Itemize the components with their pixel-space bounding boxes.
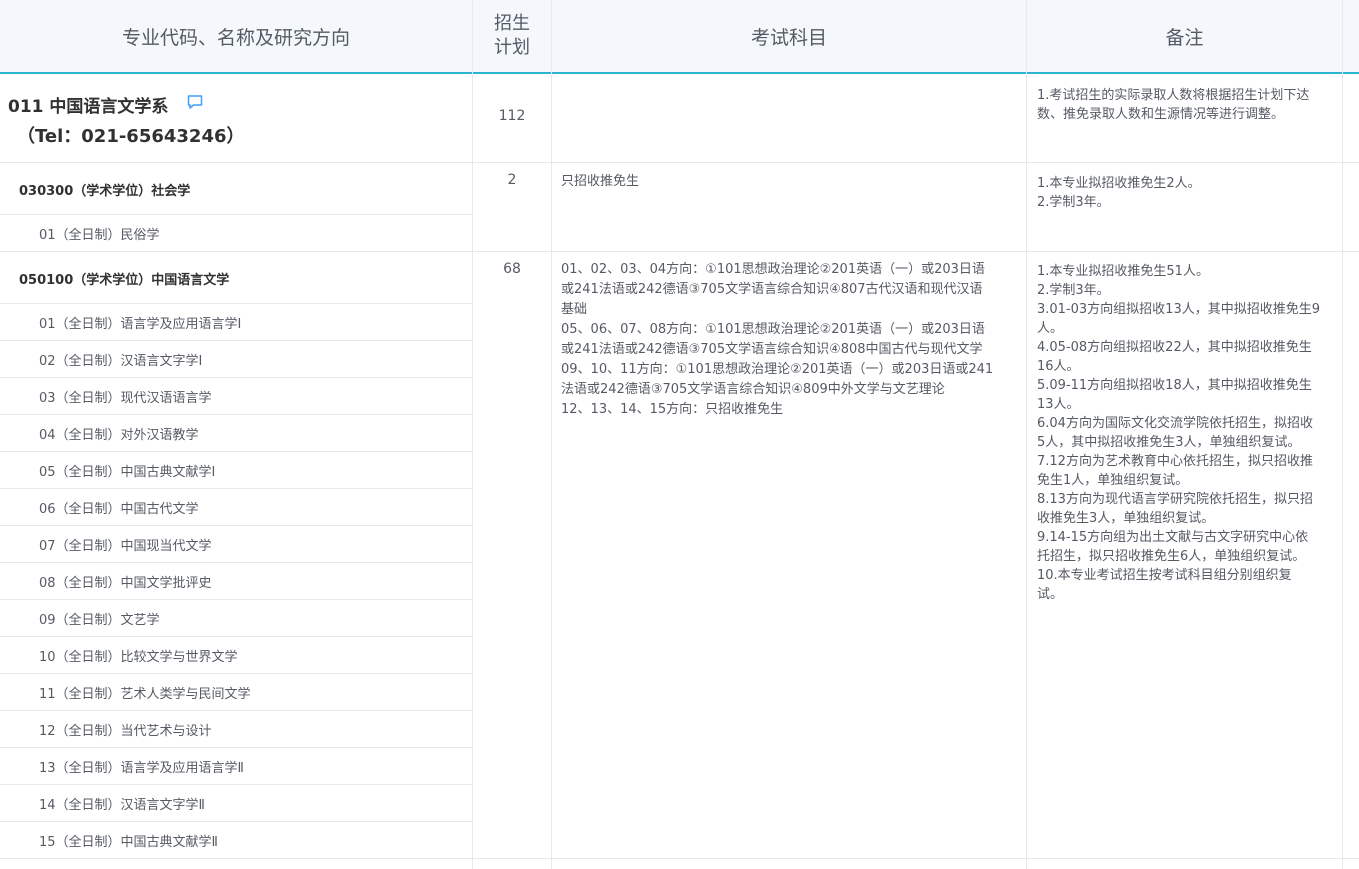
direction-item: 05（全日制）中国古典文献学Ⅰ bbox=[39, 465, 216, 480]
row-divider bbox=[0, 451, 472, 452]
note-line: 5人，其中拟招收推免生3人，单独组织复试。 bbox=[1037, 435, 1301, 450]
direction-item: 07（全日制）中国现当代文学 bbox=[39, 539, 212, 554]
note-line: 托招生，拟只招收推免生6人，单独组织复试。 bbox=[1037, 549, 1306, 564]
exam-line: 12、13、14、15方向：只招收推免生 bbox=[561, 402, 784, 417]
note-line: 4.05-08方向组拟招收22人，其中拟招收推免生 bbox=[1037, 340, 1312, 355]
note-line: 人。 bbox=[1037, 321, 1064, 336]
row-divider bbox=[0, 414, 472, 415]
header-plan: 招生 计划 bbox=[473, 0, 551, 72]
direction-item: 14（全日制）汉语言文字学Ⅱ bbox=[39, 798, 205, 813]
note-line: 2.学制3年。 bbox=[1037, 195, 1110, 210]
direction-item: 11（全日制）艺术人类学与民间文学 bbox=[39, 687, 251, 702]
row-divider bbox=[0, 488, 472, 489]
direction-item: 06（全日制）中国古代文学 bbox=[39, 502, 199, 517]
exam-line: 或241法语或242德语③705文学语言综合知识④807古代汉语和现代汉语 bbox=[561, 282, 983, 297]
note-line: 免生1人，单独组织复试。 bbox=[1037, 473, 1189, 488]
note-line: 5.09-11方向组拟招收18人，其中拟招收推免生 bbox=[1037, 378, 1312, 393]
exam-line: 法语或242德语③705文学语言综合知识④809中外文学与文艺理论 bbox=[561, 382, 945, 397]
header-plan-line1: 招生 bbox=[494, 13, 530, 34]
direction-item: 03（全日制）现代汉语语言学 bbox=[39, 391, 212, 406]
exam-line: 只招收推免生 bbox=[561, 174, 640, 189]
major-exam: 01、02、03、04方向：①101思想政治理论②201英语（一）或203日语 … bbox=[561, 260, 1021, 420]
major-title: 030300（学术学位）社会学 bbox=[19, 184, 191, 199]
row-divider bbox=[0, 821, 472, 822]
exam-line: 09、10、11方向：①101思想政治理论②201英语（一）或203日语或241 bbox=[561, 362, 994, 377]
row-divider bbox=[0, 251, 1359, 252]
row-divider bbox=[0, 562, 472, 563]
row-divider bbox=[0, 377, 472, 378]
row-divider bbox=[0, 340, 472, 341]
note-line: 1.本专业拟招收推免生2人。 bbox=[1037, 176, 1201, 191]
row-divider bbox=[0, 747, 472, 748]
header-plan-line2: 计划 bbox=[494, 37, 530, 58]
note-line: 1.本专业拟招收推免生51人。 bbox=[1037, 264, 1209, 279]
note-line: 10.本专业考试招生按考试科目组分别组织复 bbox=[1037, 568, 1292, 583]
major-plan: 2 bbox=[507, 172, 517, 188]
direction-item: 09（全日制）文艺学 bbox=[39, 613, 160, 628]
department-plan: 112 bbox=[498, 108, 526, 124]
row-divider bbox=[0, 525, 472, 526]
message-icon[interactable] bbox=[186, 93, 204, 111]
row-divider bbox=[0, 673, 472, 674]
header-notes: 备注 bbox=[1165, 26, 1204, 49]
direction-item: 02（全日制）汉语言文字学Ⅰ bbox=[39, 354, 203, 369]
major-plan: 68 bbox=[503, 261, 521, 277]
row-divider bbox=[0, 858, 1359, 859]
column-divider bbox=[1026, 0, 1027, 869]
direction-item: 08（全日制）中国文学批评史 bbox=[39, 576, 212, 591]
row-divider bbox=[0, 162, 1359, 163]
note-line: 试。 bbox=[1037, 587, 1064, 602]
note-line: 收推免生3人，单独组织复试。 bbox=[1037, 511, 1215, 526]
note-line: 1.考试招生的实际录取人数将根据招生计划下达 bbox=[1037, 88, 1310, 103]
note-line: 13人。 bbox=[1037, 397, 1080, 412]
major-exam: 只招收推免生 bbox=[561, 172, 1021, 192]
note-line: 7.12方向为艺术教育中心依托招生，拟只招收推 bbox=[1037, 454, 1313, 469]
note-line: 3.01-03方向组拟招收13人，其中拟招收推免生9 bbox=[1037, 302, 1320, 317]
major-notes: 1.本专业拟招收推免生51人。 2.学制3年。 3.01-03方向组拟招收13人… bbox=[1037, 262, 1337, 604]
note-line: 数、推免录取人数和生源情况等进行调整。 bbox=[1037, 107, 1285, 122]
direction-item: 10（全日制）比较文学与世界文学 bbox=[39, 650, 238, 665]
row-divider bbox=[0, 214, 472, 215]
note-line: 16人。 bbox=[1037, 359, 1080, 374]
row-divider bbox=[0, 784, 472, 785]
column-divider bbox=[1342, 0, 1343, 869]
direction-item: 13（全日制）语言学及应用语言学Ⅱ bbox=[39, 761, 244, 776]
row-divider bbox=[0, 710, 472, 711]
table-header: 专业代码、名称及研究方向 招生 计划 考试科目 备注 bbox=[0, 0, 1359, 74]
header-program: 专业代码、名称及研究方向 bbox=[121, 26, 350, 49]
major-notes: 1.本专业拟招收推免生2人。 2.学制3年。 bbox=[1037, 174, 1337, 212]
direction-item: 04（全日制）对外汉语教学 bbox=[39, 428, 199, 443]
exam-line: 基础 bbox=[561, 302, 588, 317]
row-divider bbox=[0, 599, 472, 600]
exam-line: 01、02、03、04方向：①101思想政治理论②201英语（一）或203日语 bbox=[561, 262, 985, 277]
note-line: 2.学制3年。 bbox=[1037, 283, 1110, 298]
row-divider bbox=[0, 636, 472, 637]
column-divider bbox=[551, 0, 552, 869]
department-tel: （Tel：021-65643246） bbox=[17, 126, 245, 147]
department-notes: 1.考试招生的实际录取人数将根据招生计划下达 数、推免录取人数和生源情况等进行调… bbox=[1037, 86, 1337, 124]
exam-line: 05、06、07、08方向：①101思想政治理论②201英语（一）或203日语 bbox=[561, 322, 985, 337]
direction-item: 01（全日制）民俗学 bbox=[39, 228, 160, 243]
header-exam: 考试科目 bbox=[750, 26, 827, 49]
direction-item: 01（全日制）语言学及应用语言学Ⅰ bbox=[39, 317, 242, 332]
department-name: 011 中国语言文学系 bbox=[8, 97, 169, 117]
row-divider bbox=[0, 303, 472, 304]
column-divider bbox=[472, 0, 473, 869]
major-title: 050100（学术学位）中国语言文学 bbox=[19, 273, 230, 288]
direction-item: 12（全日制）当代艺术与设计 bbox=[39, 724, 212, 739]
note-line: 6.04方向为国际文化交流学院依托招生，拟招收 bbox=[1037, 416, 1313, 431]
note-line: 8.13方向为现代语言学研究院依托招生，拟只招 bbox=[1037, 492, 1313, 507]
note-line: 9.14-15方向组为出土文献与古文字研究中心依 bbox=[1037, 530, 1309, 545]
direction-item: 15（全日制）中国古典文献学Ⅱ bbox=[39, 835, 218, 850]
exam-line: 或241法语或242德语③705文学语言综合知识④808中国古代与现代文学 bbox=[561, 342, 983, 357]
